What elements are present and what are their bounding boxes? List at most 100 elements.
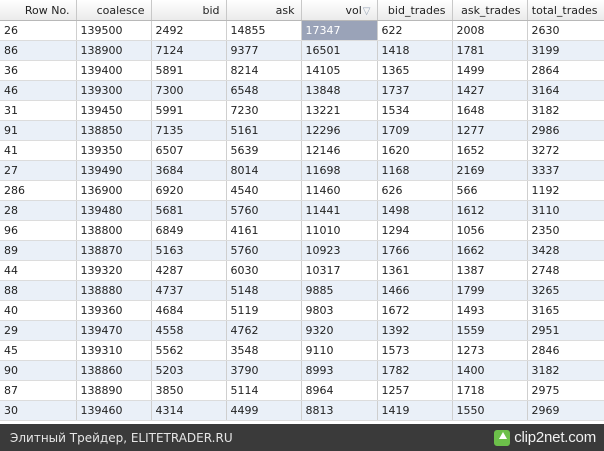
- table-cell[interactable]: 1392: [377, 320, 453, 341]
- table-cell[interactable]: 1400: [452, 360, 528, 381]
- table-cell[interactable]: 1612: [452, 200, 528, 221]
- table-row[interactable]: 36 139400 5891 8214 14105 1365 1499 2864: [0, 60, 604, 81]
- table-cell[interactable]: 17347: [301, 20, 378, 41]
- table-cell[interactable]: 46: [0, 80, 77, 101]
- table-cell[interactable]: 11460: [301, 180, 378, 201]
- table-cell[interactable]: 3850: [151, 380, 227, 401]
- table-cell[interactable]: 40: [0, 300, 77, 321]
- table-cell[interactable]: 1662: [452, 240, 528, 261]
- table-cell[interactable]: 87: [0, 380, 77, 401]
- table-cell[interactable]: 10317: [301, 260, 378, 281]
- table-cell[interactable]: 16501: [301, 40, 378, 61]
- table-cell[interactable]: 1257: [377, 380, 453, 401]
- table-cell[interactable]: 30: [0, 400, 77, 421]
- table-cell[interactable]: 2492: [151, 20, 227, 41]
- table-cell[interactable]: 139400: [76, 60, 152, 81]
- table-cell[interactable]: 139310: [76, 340, 152, 361]
- table-cell[interactable]: 6548: [226, 80, 302, 101]
- table-cell[interactable]: 1418: [377, 40, 453, 61]
- table-cell[interactable]: 9110: [301, 340, 378, 361]
- table-row[interactable]: 30 139460 4314 4499 8813 1419 1550 2969: [0, 400, 604, 421]
- table-cell[interactable]: 5562: [151, 340, 227, 361]
- table-cell[interactable]: 5991: [151, 100, 227, 121]
- table-cell[interactable]: 11010: [301, 220, 378, 241]
- table-cell[interactable]: 1365: [377, 60, 453, 81]
- table-cell[interactable]: 8993: [301, 360, 378, 381]
- table-cell[interactable]: 26: [0, 20, 77, 41]
- table-cell[interactable]: 2350: [527, 220, 604, 241]
- table-cell[interactable]: 1273: [452, 340, 528, 361]
- column-header-ask[interactable]: ask: [226, 0, 302, 21]
- table-cell[interactable]: 138880: [76, 280, 152, 301]
- table-row[interactable]: 89 138870 5163 5760 10923 1766 1662 3428: [0, 240, 604, 261]
- table-row[interactable]: 29 139470 4558 4762 9320 1392 1559 2951: [0, 320, 604, 341]
- table-cell[interactable]: 7300: [151, 80, 227, 101]
- table-cell[interactable]: 138800: [76, 220, 152, 241]
- table-cell[interactable]: 9320: [301, 320, 378, 341]
- table-cell[interactable]: 5119: [226, 300, 302, 321]
- table-cell[interactable]: 3164: [527, 80, 604, 101]
- table-cell[interactable]: 4762: [226, 320, 302, 341]
- table-cell[interactable]: 1709: [377, 120, 453, 141]
- table-cell[interactable]: 90: [0, 360, 77, 381]
- table-cell[interactable]: 1168: [377, 160, 453, 181]
- table-cell[interactable]: 14105: [301, 60, 378, 81]
- table-cell[interactable]: 5681: [151, 200, 227, 221]
- table-cell[interactable]: 1361: [377, 260, 453, 281]
- table-row[interactable]: 31 139450 5991 7230 13221 1534 1648 3182: [0, 100, 604, 121]
- table-cell[interactable]: 4737: [151, 280, 227, 301]
- table-row[interactable]: 286 136900 6920 4540 11460 626 566 1192: [0, 180, 604, 201]
- table-cell[interactable]: 4499: [226, 400, 302, 421]
- table-cell[interactable]: 286: [0, 180, 77, 201]
- table-cell[interactable]: 139350: [76, 140, 152, 161]
- table-cell[interactable]: 3428: [527, 240, 604, 261]
- table-row[interactable]: 96 138800 6849 4161 11010 1294 1056 2350: [0, 220, 604, 241]
- table-cell[interactable]: 5891: [151, 60, 227, 81]
- table-cell[interactable]: 8214: [226, 60, 302, 81]
- table-cell[interactable]: 12146: [301, 140, 378, 161]
- table-cell[interactable]: 6920: [151, 180, 227, 201]
- table-cell[interactable]: 139450: [76, 100, 152, 121]
- table-cell[interactable]: 45: [0, 340, 77, 361]
- table-cell[interactable]: 139500: [76, 20, 152, 41]
- table-cell[interactable]: 138860: [76, 360, 152, 381]
- table-cell[interactable]: 8813: [301, 400, 378, 421]
- table-cell[interactable]: 9803: [301, 300, 378, 321]
- table-cell[interactable]: 1427: [452, 80, 528, 101]
- table-cell[interactable]: 5639: [226, 140, 302, 161]
- table-cell[interactable]: 138900: [76, 40, 152, 61]
- table-cell[interactable]: 1620: [377, 140, 453, 161]
- table-row[interactable]: 41 139350 6507 5639 12146 1620 1652 3272: [0, 140, 604, 161]
- table-cell[interactable]: 91: [0, 120, 77, 141]
- table-cell[interactable]: 139460: [76, 400, 152, 421]
- table-cell[interactable]: 44: [0, 260, 77, 281]
- column-header-coalesce[interactable]: coalesce: [76, 0, 152, 21]
- table-cell[interactable]: 3182: [527, 100, 604, 121]
- table-row[interactable]: 86 138900 7124 9377 16501 1418 1781 3199: [0, 40, 604, 61]
- table-cell[interactable]: 1782: [377, 360, 453, 381]
- table-cell[interactable]: 2008: [452, 20, 528, 41]
- table-cell[interactable]: 1559: [452, 320, 528, 341]
- table-cell[interactable]: 7230: [226, 100, 302, 121]
- table-cell[interactable]: 1192: [527, 180, 604, 201]
- table-cell[interactable]: 1499: [452, 60, 528, 81]
- table-cell[interactable]: 3548: [226, 340, 302, 361]
- table-cell[interactable]: 1294: [377, 220, 453, 241]
- table-cell[interactable]: 1573: [377, 340, 453, 361]
- table-cell[interactable]: 5161: [226, 120, 302, 141]
- table-cell[interactable]: 1550: [452, 400, 528, 421]
- table-cell[interactable]: 4558: [151, 320, 227, 341]
- table-cell[interactable]: 27: [0, 160, 77, 181]
- table-cell[interactable]: 3110: [527, 200, 604, 221]
- table-cell[interactable]: 139490: [76, 160, 152, 181]
- table-cell[interactable]: 2748: [527, 260, 604, 281]
- column-header-total-trades[interactable]: total_trades: [527, 0, 604, 21]
- table-cell[interactable]: 566: [452, 180, 528, 201]
- table-cell[interactable]: 31: [0, 100, 77, 121]
- column-header-bid[interactable]: bid: [151, 0, 227, 21]
- table-cell[interactable]: 10923: [301, 240, 378, 261]
- table-cell[interactable]: 4684: [151, 300, 227, 321]
- table-cell[interactable]: 1056: [452, 220, 528, 241]
- table-cell[interactable]: 7124: [151, 40, 227, 61]
- table-cell[interactable]: 11698: [301, 160, 378, 181]
